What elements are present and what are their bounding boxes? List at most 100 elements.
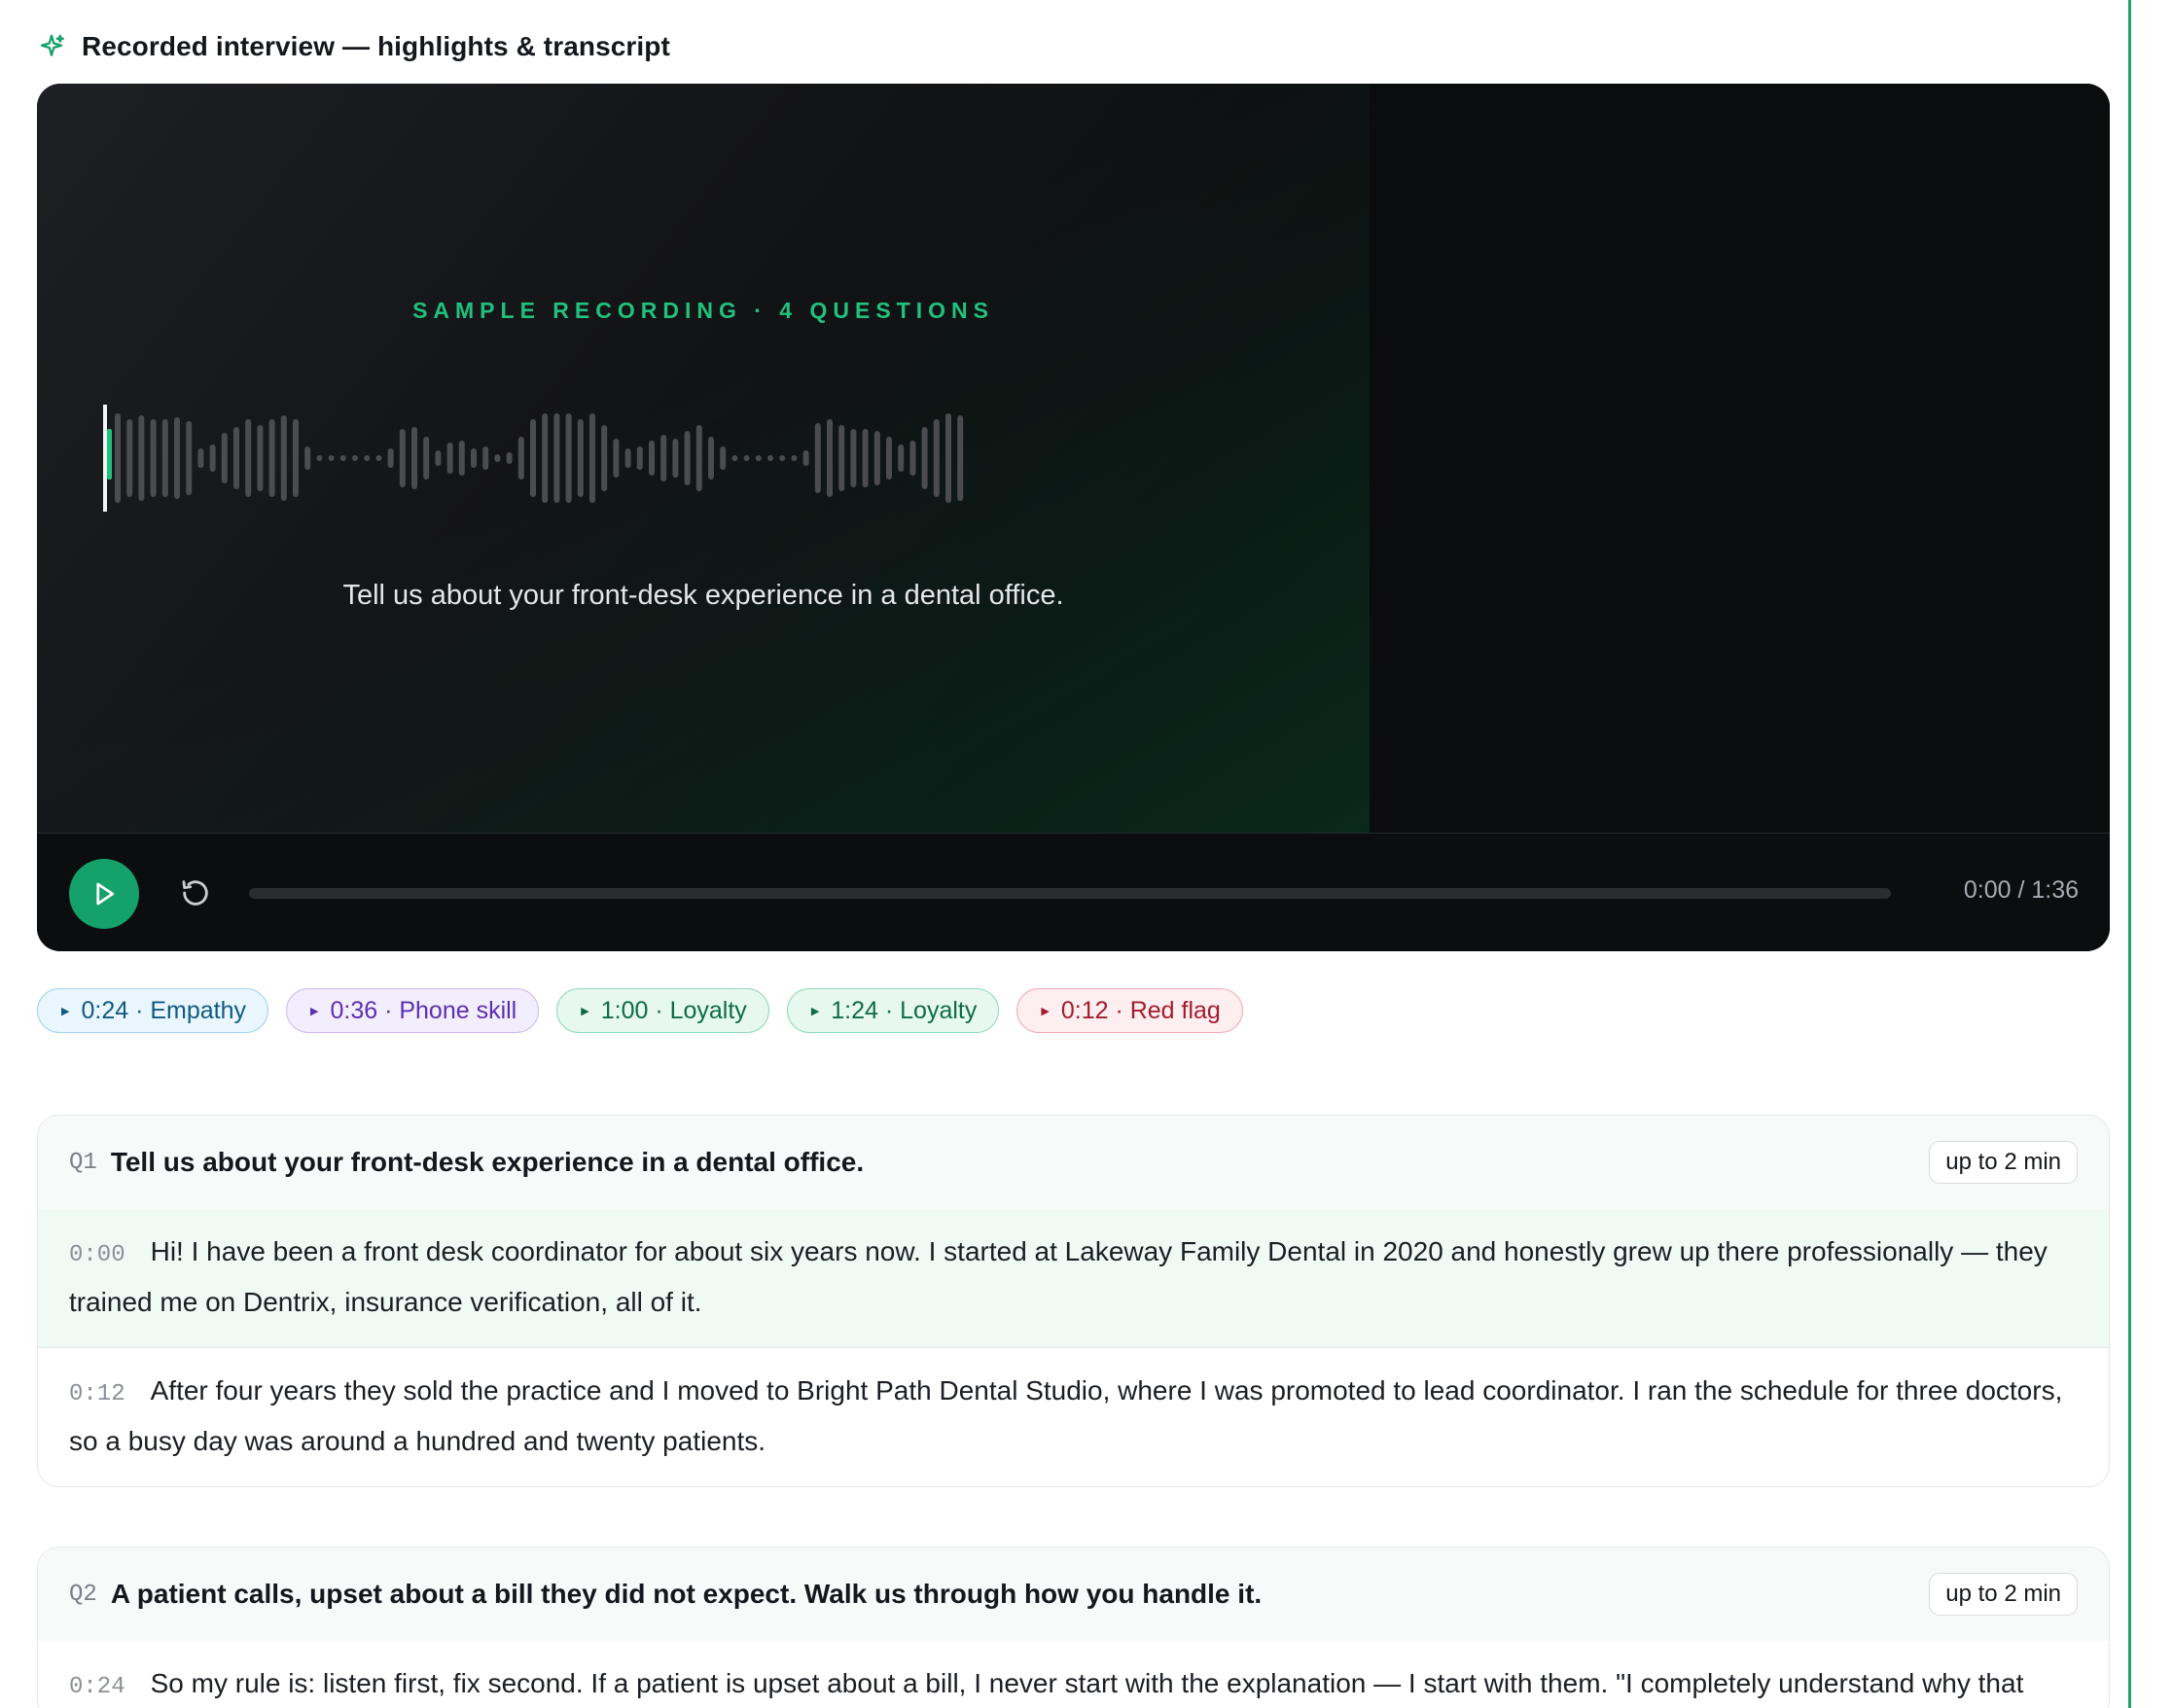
player-controls: 0:00 / 1:36 (37, 833, 2110, 951)
transcript-segment[interactable]: 0:00 Hi! I have been a front desk coordin… (38, 1209, 2109, 1347)
transcript-segment[interactable]: 0:24 So my rule is: listen first, fix sec… (38, 1641, 2109, 1708)
waveform-bar (411, 427, 417, 489)
recording-label: SAMPLE RECORDING · 4 QUESTIONS (412, 298, 994, 323)
waveform-bar (921, 427, 928, 489)
chip-label: 0:12 · Red flag (1060, 996, 1221, 1024)
waveform-bar (506, 452, 513, 464)
waveform-bar (364, 455, 371, 461)
play-marker-icon: ▶ (310, 1005, 319, 1017)
seek-bar[interactable] (249, 888, 1891, 899)
time-limit-badge: up to 2 min (1929, 1141, 2078, 1184)
highlight-chip[interactable]: ▶ 0:24 · Empathy (37, 988, 268, 1033)
replay-icon (182, 880, 208, 906)
waveform-bar (827, 419, 833, 497)
waveform-bar (743, 455, 750, 461)
waveform-bar (494, 454, 501, 462)
waveform-bar (957, 415, 964, 501)
highlight-chip[interactable]: ▶ 1:00 · Loyalty (556, 988, 769, 1033)
waveform-bar (268, 419, 275, 497)
right-accent-rule (2128, 0, 2131, 1708)
waveform-bar (221, 433, 228, 483)
play-marker-icon: ▶ (1041, 1005, 1050, 1017)
question-text: Tell us about your front-desk experience… (110, 1147, 865, 1177)
playhead[interactable] (103, 405, 107, 512)
waveform-bar (339, 455, 346, 461)
waveform-bar (945, 413, 951, 503)
waveform-bar (613, 439, 620, 478)
waveform-bar (387, 448, 394, 468)
sparkle-icon (40, 34, 64, 56)
waveform-bar (731, 455, 738, 461)
question-number: Q2 (69, 1581, 97, 1608)
waveform-bar (375, 455, 382, 461)
waveform-bar (767, 455, 773, 461)
waveform-bar (328, 455, 335, 461)
question-card: Q2 A patient calls, upset about a bill t… (37, 1547, 2110, 1708)
waveform-bar (174, 417, 180, 499)
waveform-bar (245, 419, 252, 497)
waveform-bar (209, 445, 216, 472)
highlight-chip[interactable]: ▶ 0:12 · Red flag (1016, 988, 1243, 1033)
highlight-chips: ▶ 0:24 · Empathy ▶ 0:36 · Phone skill ▶ 1:00 … (37, 988, 1243, 1033)
waveform-bar (873, 431, 880, 485)
waveform-bar (471, 448, 477, 468)
play-marker-icon: ▶ (581, 1005, 589, 1017)
waveform-bar (601, 425, 608, 491)
waveform-bar (316, 455, 323, 461)
waveform-bar (589, 413, 595, 503)
waveform-bar (446, 443, 453, 474)
time-limit-badge: up to 2 min (1929, 1573, 2078, 1616)
question-text: A patient calls, upset about a bill they… (110, 1579, 1263, 1609)
panel-title: Recorded interview — highlights & transc… (82, 31, 670, 61)
waveform-bar (293, 419, 299, 497)
waveform-bar (150, 419, 157, 497)
chip-label: 0:36 · Phone skill (330, 996, 517, 1024)
waveform-bar (898, 445, 905, 472)
waveform-bar (649, 441, 655, 476)
question-card: Q1 Tell us about your front-desk experie… (37, 1115, 2110, 1487)
playhead-highlight (107, 429, 112, 480)
waveform-bar (672, 439, 679, 478)
waveform-bar (482, 446, 489, 470)
waveform-bar (352, 455, 358, 461)
waveform-bar (257, 425, 264, 491)
waveform-bar (186, 421, 193, 495)
chip-label: 1:24 · Loyalty (831, 996, 978, 1024)
waveform-bar (886, 437, 892, 480)
waveform-bar (660, 435, 667, 481)
waveform-bar (399, 429, 406, 487)
panel-header: Recorded interview — highlights & transc… (37, 25, 670, 68)
waveform-bar (708, 437, 714, 480)
waveform-bar (909, 441, 916, 476)
video-player[interactable]: SAMPLE RECORDING · 4 QUESTIONS Tell us a… (37, 84, 2110, 951)
transcript-segment[interactable]: 0:12 After four years they sold the pract… (38, 1347, 2109, 1486)
audio-waveform[interactable] (95, 375, 1360, 541)
waveform-bar (126, 419, 133, 497)
waveform-bar (636, 446, 643, 470)
waveform-bar (802, 450, 809, 466)
question-header: Q1 Tell us about your front-desk experie… (38, 1116, 2109, 1209)
waveform-bar (933, 419, 940, 497)
video-stage: SAMPLE RECORDING · 4 QUESTIONS Tell us a… (37, 84, 2110, 833)
segment-timestamp[interactable]: 0:00 (69, 1242, 125, 1268)
waveform-bar (517, 437, 524, 480)
segment-timestamp[interactable]: 0:12 (69, 1381, 125, 1407)
segment-timestamp[interactable]: 0:24 (69, 1674, 125, 1700)
play-marker-icon: ▶ (810, 1005, 820, 1017)
waveform-bar (553, 413, 560, 503)
question-header: Q2 A patient calls, upset about a bill t… (38, 1548, 2109, 1641)
waveform-bar (814, 423, 821, 493)
highlight-chip[interactable]: ▶ 1:24 · Loyalty (786, 988, 1000, 1033)
waveform-bar (161, 419, 168, 497)
waveform-bar (458, 441, 465, 476)
waveform-bar (862, 429, 869, 487)
replay-button[interactable] (177, 874, 214, 911)
waveform-bar (791, 455, 798, 461)
play-button[interactable] (69, 859, 139, 929)
chip-label: 1:00 · Loyalty (600, 996, 747, 1024)
highlight-chip[interactable]: ▶ 0:36 · Phone skill (286, 988, 540, 1033)
waveform-bar (850, 429, 857, 487)
segment-text: So my rule is: listen first, fix second.… (150, 1668, 2024, 1698)
waveform-bar (624, 448, 631, 468)
waveform-bar (577, 419, 584, 497)
